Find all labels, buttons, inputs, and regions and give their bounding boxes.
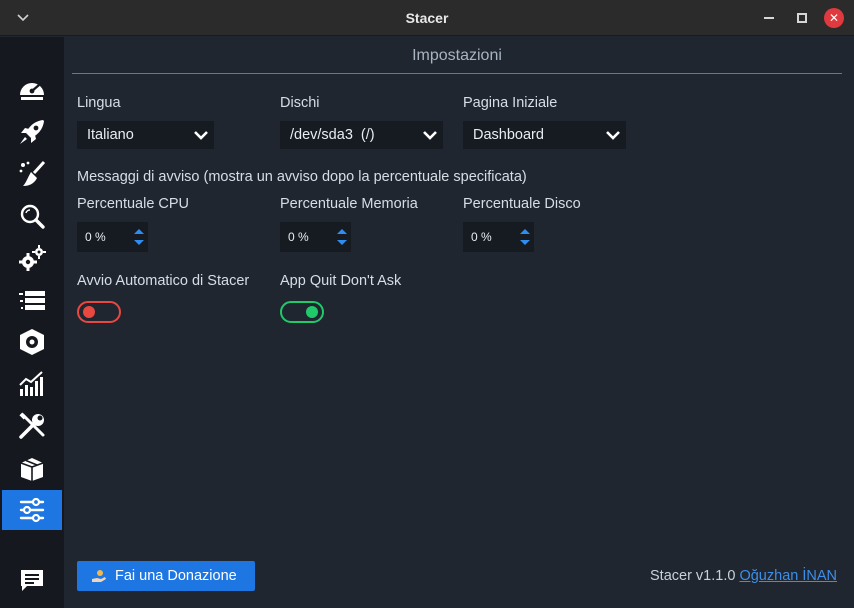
homepage-label: Pagina Iniziale xyxy=(463,95,558,111)
language-select[interactable]: Italiano xyxy=(77,121,214,149)
sidebar-item-resources[interactable] xyxy=(2,364,62,404)
uninstaller-icon xyxy=(20,329,44,355)
sidebar-item-uninstaller[interactable] xyxy=(2,322,62,362)
disks-select-value: /dev/sda3 (/) xyxy=(290,127,375,143)
language-label: Lingua xyxy=(77,95,121,111)
cpu-percent-spinbox[interactable]: 0 % xyxy=(77,222,148,252)
spin-arrows-icon[interactable] xyxy=(132,225,146,249)
autostart-label: Avvio Automatico di Stacer xyxy=(77,273,250,289)
cpu-percent-label: Percentuale CPU xyxy=(77,196,190,212)
homepage-select-value: Dashboard xyxy=(473,127,544,143)
chevron-down-icon xyxy=(423,131,437,140)
disks-select[interactable]: /dev/sda3 (/) xyxy=(280,121,443,149)
services-icon xyxy=(19,245,46,271)
memory-percent-spinbox[interactable]: 0 % xyxy=(280,222,351,252)
toggle-knob xyxy=(83,306,95,318)
disks-label: Dischi xyxy=(280,95,320,111)
resources-icon xyxy=(19,371,43,396)
sidebar-item-cleaner[interactable] xyxy=(2,154,62,194)
author-link[interactable]: Oğuzhan İNAN xyxy=(739,568,837,584)
processes-icon xyxy=(19,291,45,310)
memory-percent-label: Percentuale Memoria xyxy=(280,196,418,212)
autostart-toggle[interactable] xyxy=(77,301,121,323)
sidebar-item-helpers[interactable] xyxy=(2,406,62,446)
sidebar-item-apt-repository[interactable] xyxy=(2,448,62,488)
donate-label: Fai una Donazione xyxy=(115,568,237,584)
version-text: Stacer v1.1.0 xyxy=(650,568,736,584)
sidebar-item-settings[interactable] xyxy=(2,490,62,530)
settings-icon xyxy=(19,497,45,523)
toggle-knob xyxy=(306,306,318,318)
donate-hand-icon xyxy=(92,570,106,582)
dashboard-icon xyxy=(20,83,44,100)
spin-arrows-icon[interactable] xyxy=(335,225,349,249)
alerts-heading: Messaggi di avviso (mostra un avviso dop… xyxy=(77,169,527,185)
chevron-down-icon xyxy=(194,131,208,140)
feedback-icon xyxy=(21,570,43,591)
settings-page: Impostazioni Lingua Italiano Dischi /dev… xyxy=(64,37,854,608)
sidebar-item-dashboard[interactable] xyxy=(2,70,62,110)
search-icon xyxy=(20,204,45,229)
chevron-down-icon xyxy=(606,131,620,140)
disk-percent-label: Percentuale Disco xyxy=(463,196,581,212)
donate-button[interactable]: Fai una Donazione xyxy=(77,561,255,591)
quit-dont-ask-toggle[interactable] xyxy=(280,301,324,323)
disk-percent-value: 0 % xyxy=(471,230,492,244)
title-bar: Stacer ✕ xyxy=(0,0,854,36)
sidebar-item-processes[interactable] xyxy=(2,280,62,320)
spin-arrows-icon[interactable] xyxy=(518,225,532,249)
apt-repository-icon xyxy=(20,458,44,481)
helpers-icon xyxy=(19,412,45,439)
window-title: Stacer xyxy=(405,10,449,26)
sidebar-item-startup[interactable] xyxy=(2,112,62,152)
startup-apps-icon xyxy=(20,120,44,144)
disk-percent-spinbox[interactable]: 0 % xyxy=(463,222,534,252)
system-cleaner-icon xyxy=(19,160,46,186)
page-title: Impostazioni xyxy=(412,47,502,64)
sidebar-item-feedback[interactable] xyxy=(2,560,62,600)
memory-percent-value: 0 % xyxy=(288,230,309,244)
sidebar-item-search[interactable] xyxy=(2,196,62,236)
minimize-icon[interactable] xyxy=(764,17,774,19)
quit-dont-ask-label: App Quit Don't Ask xyxy=(280,273,402,289)
language-select-value: Italiano xyxy=(87,127,134,143)
cpu-percent-value: 0 % xyxy=(85,230,106,244)
homepage-select[interactable]: Dashboard xyxy=(463,121,626,149)
divider xyxy=(72,73,842,74)
maximize-icon[interactable] xyxy=(797,13,807,23)
close-icon[interactable]: ✕ xyxy=(824,8,844,28)
sidebar xyxy=(0,37,64,608)
sidebar-item-services[interactable] xyxy=(2,238,62,278)
version-info: Stacer v1.1.0 Oğuzhan İNAN xyxy=(650,568,837,584)
